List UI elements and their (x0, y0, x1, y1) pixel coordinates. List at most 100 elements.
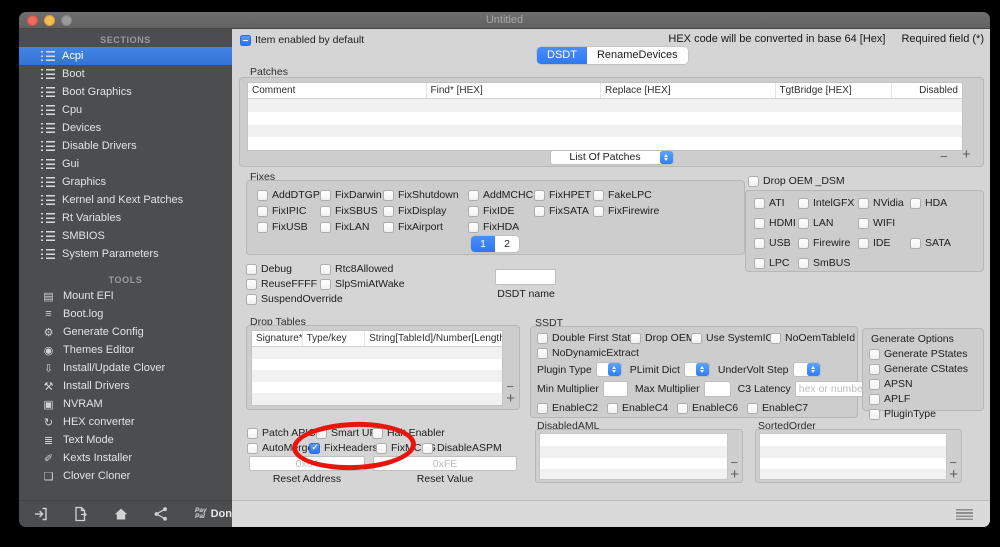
drop-tables-add-button[interactable]: + (506, 391, 515, 406)
sidebar-item-smbios[interactable]: SMBIOS (19, 227, 232, 245)
column-header[interactable]: TgtBridge [HEX] (776, 83, 893, 98)
checkbox-fixhda[interactable]: FixHDA (468, 220, 519, 234)
checkbox-firewire[interactable]: Firewire (798, 236, 858, 250)
sidebar-item-cpu[interactable]: Cpu (19, 101, 232, 119)
drop-tables-table[interactable]: Signature* Type/key String[TableId]/Numb… (251, 330, 503, 406)
column-header[interactable]: String[TableId]/Number[Length] (365, 331, 502, 346)
column-header[interactable]: Replace [HEX] (601, 83, 776, 98)
sidebar-item-devices[interactable]: Devices (19, 119, 232, 137)
share-button[interactable] (153, 506, 169, 522)
checkbox-fixmcfg[interactable]: FixMCFG (376, 441, 436, 455)
checkbox-fixsbus[interactable]: FixSBUS (320, 204, 383, 218)
checkbox-smbus[interactable]: SmBUS (798, 256, 850, 270)
checkbox-fixairport[interactable]: FixAirport (383, 220, 468, 234)
checkbox-fixide[interactable]: FixIDE (468, 204, 534, 218)
reset-address-input[interactable] (249, 456, 365, 471)
sorted-order-add-button[interactable]: + (949, 467, 958, 482)
checkbox-double-first-state[interactable]: Double First State (537, 331, 636, 345)
sidebar-item-kernel-and-kext-patches[interactable]: Kernel and Kext Patches (19, 191, 232, 209)
checkbox-fixdisplay[interactable]: FixDisplay (383, 204, 468, 218)
item-enabled-by-default-checkbox[interactable]: Item enabled by default (240, 33, 364, 47)
checkbox-fixlan[interactable]: FixLAN (320, 220, 383, 234)
sidebar-tool-mount-efi[interactable]: ▤ Mount EFI (19, 287, 232, 305)
checkbox-fixfirewire[interactable]: FixFirewire (593, 204, 659, 218)
checkbox-wifi[interactable]: WIFI (858, 216, 895, 230)
checkbox-fixdarwin[interactable]: FixDarwin (320, 188, 383, 202)
dsdt-name-input[interactable] (495, 269, 556, 285)
checkbox-drop-oem[interactable]: Drop OEM (630, 331, 695, 345)
list-of-patches-dropdown[interactable]: List Of Patches (549, 150, 674, 165)
checkbox-fixipic[interactable]: FixIPIC (257, 204, 320, 218)
sidebar-item-acpi[interactable]: Acpi (19, 47, 232, 65)
checkbox-hda[interactable]: HDA (910, 196, 947, 210)
checkbox-addmchc[interactable]: AddMCHC (468, 188, 534, 202)
sidebar-item-gui[interactable]: Gui (19, 155, 232, 173)
close-window-button[interactable] (27, 15, 38, 26)
import-config-button[interactable] (33, 506, 49, 522)
checkbox-lpc[interactable]: LPC (754, 256, 798, 270)
checkbox-enablec6[interactable]: EnableC6 (677, 401, 747, 415)
checkbox-fixheaders[interactable]: FixHeaders (309, 441, 378, 455)
zoom-window-button[interactable] (61, 15, 72, 26)
sorted-order-listbox[interactable]: − + (755, 429, 962, 483)
export-config-button[interactable] (73, 506, 89, 522)
plugin-type-dropdown[interactable] (595, 362, 622, 377)
checkbox-lan[interactable]: LAN (798, 216, 858, 230)
reset-value-input[interactable] (373, 456, 517, 471)
tab-renamedevices[interactable]: RenameDevices (587, 47, 688, 64)
checkbox-intelgfx[interactable]: IntelGFX (798, 196, 858, 210)
undervolt-step-dropdown[interactable] (792, 362, 821, 377)
checkbox-aplf[interactable]: APLF (869, 392, 968, 406)
sidebar-tool-install-update-clover[interactable]: ⇩ Install/Update Clover (19, 359, 232, 377)
menu-lines-icon[interactable] (956, 509, 973, 520)
checkbox-ati[interactable]: ATI (754, 196, 798, 210)
checkbox-fixshutdown[interactable]: FixShutdown (383, 188, 468, 202)
column-header[interactable]: Disabled (892, 83, 962, 98)
patches-add-button[interactable]: + (962, 147, 971, 162)
disabled-aml-add-button[interactable]: + (730, 467, 739, 482)
checkbox-adddtgp[interactable]: AddDTGP (257, 188, 320, 202)
sidebar-tool-hex-converter[interactable]: ↻ HEX converter (19, 413, 232, 431)
sidebar-tool-kexts-installer[interactable]: ✐ Kexts Installer (19, 449, 232, 467)
sidebar-item-system-parameters[interactable]: System Parameters (19, 245, 232, 263)
checkbox-rtc8allowed[interactable]: Rtc8Allowed (320, 262, 405, 276)
sidebar-tool-themes-editor[interactable]: ◉ Themes Editor (19, 341, 232, 359)
plimit-dict-dropdown[interactable] (683, 362, 710, 377)
sidebar-tool-clover-cloner[interactable]: ❏ Clover Cloner (19, 467, 232, 485)
disabled-aml-listbox[interactable]: − + (535, 429, 743, 483)
column-header[interactable]: Comment (248, 83, 427, 98)
checkbox-nodynamicextract[interactable]: NoDynamicExtract (537, 346, 639, 360)
sidebar-item-graphics[interactable]: Graphics (19, 173, 232, 191)
checkbox-enablec7[interactable]: EnableC7 (747, 401, 808, 415)
checkbox-enablec2[interactable]: EnableC2 (537, 401, 607, 415)
fixes-page-2-button[interactable]: 2 (495, 236, 519, 252)
checkbox-nvidia[interactable]: NVidia (858, 196, 910, 210)
checkbox-halt-enabler[interactable]: Halt Enabler (372, 426, 445, 440)
max-multiplier-input[interactable] (703, 381, 731, 397)
sidebar-tool-text-mode[interactable]: ≣ Text Mode (19, 431, 232, 449)
checkbox-enablec4[interactable]: EnableC4 (607, 401, 677, 415)
min-multiplier-input[interactable] (602, 381, 628, 397)
checkbox-fakelpc[interactable]: FakeLPC (593, 188, 652, 202)
fixes-page-1-button[interactable]: 1 (471, 236, 495, 252)
sidebar-tool-nvram[interactable]: ▣ NVRAM (19, 395, 232, 413)
column-header[interactable]: Find* [HEX] (427, 83, 601, 98)
minimize-window-button[interactable] (44, 15, 55, 26)
patches-remove-button[interactable]: − (940, 150, 948, 163)
sidebar-item-boot-graphics[interactable]: Boot Graphics (19, 83, 232, 101)
tab-dsdt[interactable]: DSDT (537, 47, 587, 64)
checkbox-ide[interactable]: IDE (858, 236, 910, 250)
checkbox-disableaspm[interactable]: DisableASPM (422, 441, 502, 455)
home-button[interactable] (113, 506, 129, 522)
column-header[interactable]: Type/key (303, 331, 366, 346)
checkbox-patch-apic[interactable]: Patch APIC (247, 426, 316, 440)
checkbox-fixhpet[interactable]: FixHPET (534, 188, 593, 202)
checkbox-sata[interactable]: SATA (910, 236, 951, 250)
checkbox-fixusb[interactable]: FixUSB (257, 220, 320, 234)
column-header[interactable]: Signature* (252, 331, 303, 346)
checkbox-nooemtableid[interactable]: NoOemTableId (770, 331, 855, 345)
checkbox-automerge[interactable]: AutoMerge (247, 441, 313, 455)
sidebar-tool-generate-config[interactable]: ⚙ Generate Config (19, 323, 232, 341)
patches-table[interactable]: Comment Find* [HEX] Replace [HEX] TgtBri… (247, 82, 963, 151)
checkbox-hdmi[interactable]: HDMI (754, 216, 798, 230)
